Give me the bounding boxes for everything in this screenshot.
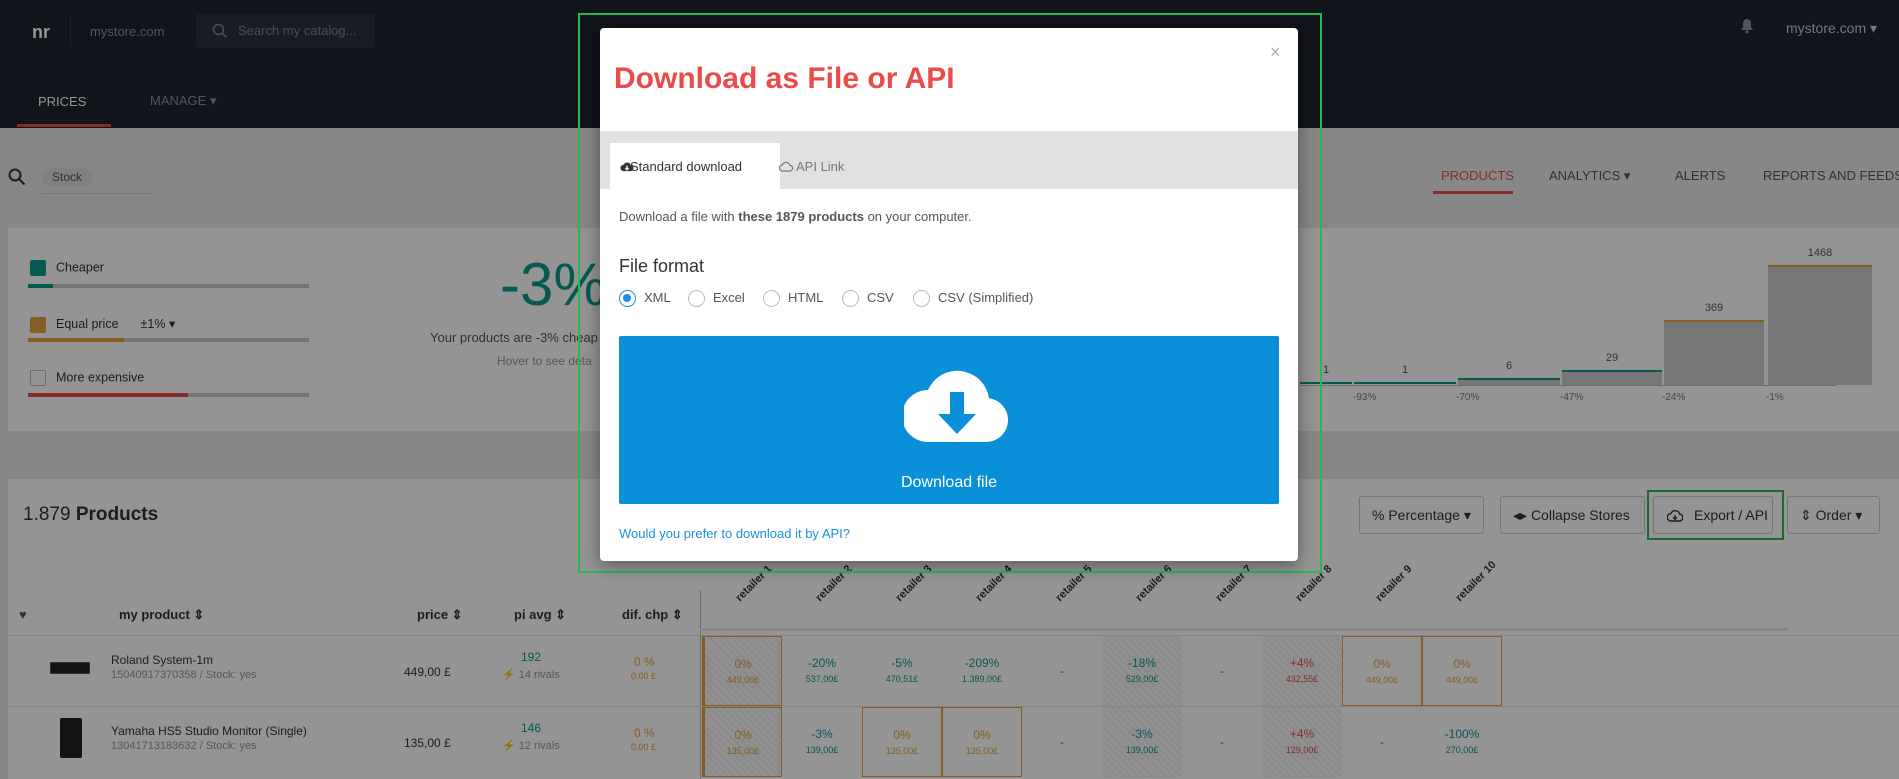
app-root: nr mystore.com Search my catalog... myst…: [0, 0, 1899, 779]
format-excel-radio[interactable]: Excel: [688, 290, 745, 308]
cloud-download-icon: [904, 370, 1009, 443]
radio-icon[interactable]: [763, 290, 780, 308]
radio-label: Excel: [713, 290, 745, 305]
radio-label: HTML: [788, 290, 824, 305]
tab-api-link[interactable]: API Link: [778, 159, 845, 174]
format-xml-radio[interactable]: XML: [619, 290, 671, 308]
format-html-radio[interactable]: HTML: [763, 290, 824, 308]
file-format-title: File format: [619, 256, 705, 276]
close-icon[interactable]: ×: [1270, 42, 1281, 63]
tab-standard-label: Standard download: [630, 159, 743, 174]
download-file-label: Download file: [900, 474, 998, 491]
desc-text: Download a file with: [619, 209, 739, 224]
format-csv-simplified-radio[interactable]: CSV (Simplified): [913, 290, 1034, 308]
radio-label: CSV (Simplified): [938, 290, 1034, 305]
radio-icon[interactable]: [688, 290, 705, 308]
radio-selected-icon[interactable]: [619, 290, 636, 308]
desc-text: on your computer.: [863, 209, 972, 224]
tab-api-label: API Link: [796, 159, 845, 174]
radio-icon[interactable]: [913, 290, 930, 308]
download-file-button[interactable]: Download file: [619, 336, 1279, 504]
radio-icon[interactable]: [842, 290, 859, 308]
modal-description: Download a file with these 1879 products…: [619, 209, 972, 224]
radio-label: XML: [644, 290, 671, 305]
modal-title: Download as File or API: [614, 62, 955, 95]
format-csv-radio[interactable]: CSV: [842, 290, 894, 308]
api-download-link[interactable]: Would you prefer to download it by API?: [619, 526, 850, 541]
tab-standard-download[interactable]: Standard download: [610, 143, 780, 189]
cloud-icon: [778, 161, 794, 172]
radio-label: CSV: [867, 290, 894, 305]
modal-tabs: Standard download API Link: [600, 131, 1298, 189]
cloud-download-icon: [620, 162, 634, 172]
download-modal: Download as File or API × Standard downl…: [600, 28, 1298, 561]
desc-bold: these 1879 products: [738, 209, 864, 224]
